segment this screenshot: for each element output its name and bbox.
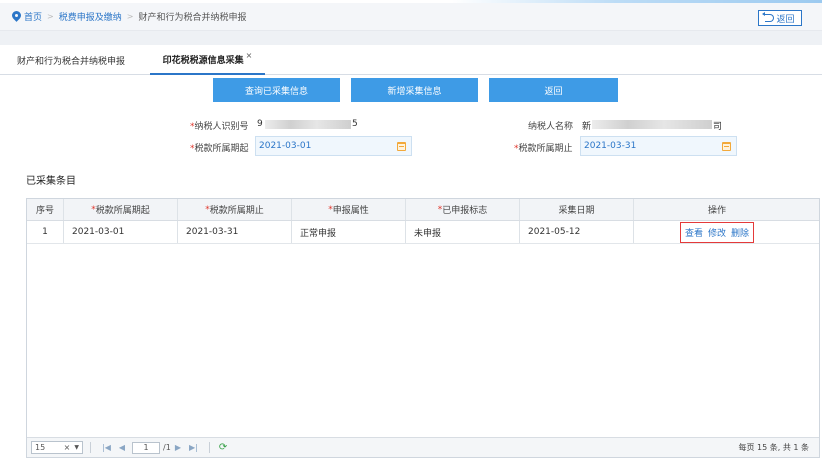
header-text: 申报属性 xyxy=(332,206,369,216)
close-icon[interactable]: × xyxy=(246,51,253,60)
header-text: 操作 xyxy=(707,206,726,216)
clear-icon[interactable]: × xyxy=(64,443,71,452)
header-text: 税款所属期起 xyxy=(95,206,150,216)
period-start-label: *税款所属期起 xyxy=(190,141,249,154)
breadcrumb-home[interactable]: 首页 xyxy=(12,10,42,23)
collected-items-table: 序号 * 税款所属期起 * 税款所属期止 * 申报属性 * 已申报标志 采集日期 操作 … xyxy=(26,198,820,458)
breadcrumb-current: 财产和行为税合并纳税申报 xyxy=(138,13,247,23)
period-start-value: 2021-03-01 xyxy=(259,141,312,151)
back-button-label: 返回 xyxy=(776,14,795,25)
return-button[interactable]: 返回 xyxy=(489,78,618,102)
taxpayer-id-suffix: 5 xyxy=(352,119,358,129)
period-end-input[interactable]: 2021-03-31 xyxy=(580,136,737,156)
chevron-down-icon[interactable]: ▼ xyxy=(74,444,79,451)
header-text: 采集日期 xyxy=(558,206,595,216)
period-start-label-text: 税款所属期起 xyxy=(194,144,249,154)
cell-operations: 查看 修改 删除 xyxy=(634,221,800,243)
cell-period-end: 2021-03-31 xyxy=(178,221,292,243)
query-collected-label: 查询已采集信息 xyxy=(244,86,308,97)
breadcrumb-separator: > xyxy=(47,12,54,21)
header-text: 税款所属期止 xyxy=(209,206,264,216)
taxpayer-name-label: 纳税人名称 xyxy=(528,122,574,132)
breadcrumb-separator: > xyxy=(126,12,134,21)
cell-declared-flag: 未申报 xyxy=(406,221,520,243)
page-size-value: 15 xyxy=(35,443,46,452)
column-header-period-end: * 税款所属期止 xyxy=(178,199,292,220)
add-collection-label: 新增采集信息 xyxy=(387,86,442,97)
edit-link[interactable]: 修改 xyxy=(708,226,726,239)
column-header-declared-flag: * 已申报标志 xyxy=(406,199,520,220)
cell-index: 1 xyxy=(27,221,64,243)
total-pages: /1 xyxy=(163,443,171,452)
breadcrumb-home-label: 首页 xyxy=(24,13,43,23)
column-header-index: 序号 xyxy=(27,199,64,220)
taxpayer-id-label-text: 纳税人识别号 xyxy=(194,122,249,132)
column-header-declare-attr: * 申报属性 xyxy=(292,199,406,220)
table-row[interactable]: 1 2021-03-01 2021-03-31 正常申报 未申报 2021-05… xyxy=(27,221,819,244)
pagination-bar: 15 × ▼ |◀ ◀ 1 /1 ▶ ▶| ⟳ 每页 15 条, 共 1 条 xyxy=(27,437,819,457)
return-arrow-icon xyxy=(762,12,775,22)
view-link[interactable]: 查看 xyxy=(685,226,703,239)
taxpayer-name-redacted xyxy=(592,120,712,129)
taxpayer-name-prefix: 新 xyxy=(582,122,592,132)
column-header-operations: 操作 xyxy=(634,199,800,220)
prev-page-icon[interactable]: ◀ xyxy=(119,443,125,452)
operations-highlight: 查看 修改 删除 xyxy=(679,221,755,243)
page-size-select[interactable]: 15 × ▼ xyxy=(31,441,83,454)
cell-period-start: 2021-03-01 xyxy=(64,221,178,243)
calendar-icon[interactable] xyxy=(397,142,406,151)
location-pin-icon xyxy=(12,11,21,22)
section-title: 已采集条目 xyxy=(26,176,76,187)
calendar-icon[interactable] xyxy=(722,142,731,151)
tab-label: 印花税税源信息采集 xyxy=(162,55,244,66)
breadcrumb-level1[interactable]: 税费申报及缴纳 xyxy=(59,10,122,23)
cell-declare-attr: 正常申报 xyxy=(292,221,406,243)
tab-bar: 财产和行为税合并纳税申报 印花税税源信息采集 × xyxy=(0,45,822,75)
next-page-icon[interactable]: ▶ xyxy=(175,443,181,452)
last-page-icon[interactable]: ▶| xyxy=(189,443,198,452)
current-page-input[interactable]: 1 xyxy=(132,441,161,454)
add-collection-button[interactable]: 新增采集信息 xyxy=(351,78,478,102)
header-text: 序号 xyxy=(35,206,54,216)
period-end-label-text: 税款所属期止 xyxy=(518,144,573,154)
query-collected-button[interactable]: 查询已采集信息 xyxy=(213,78,340,102)
taxpayer-id-redacted xyxy=(265,120,351,129)
period-start-input[interactable]: 2021-03-01 xyxy=(255,136,412,156)
table-header: 序号 * 税款所属期起 * 税款所属期止 * 申报属性 * 已申报标志 采集日期 操作 xyxy=(27,199,819,221)
column-header-period-start: * 税款所属期起 xyxy=(64,199,178,220)
taxpayer-id-prefix: 9 xyxy=(257,119,263,129)
first-page-icon[interactable]: |◀ xyxy=(102,443,111,452)
refresh-icon[interactable]: ⟳ xyxy=(219,442,227,453)
period-end-value: 2021-03-31 xyxy=(584,141,637,151)
header-spacer xyxy=(0,31,822,45)
taxpayer-name-suffix: 司 xyxy=(713,122,723,132)
pager-divider xyxy=(208,442,210,453)
return-label: 返回 xyxy=(544,86,563,97)
breadcrumb: 首页 > 税费申报及缴纳 > 财产和行为税合并纳税申报 返回 xyxy=(0,3,822,31)
back-button[interactable]: 返回 xyxy=(758,10,802,26)
tab-combined-declaration[interactable]: 财产和行为税合并纳税申报 xyxy=(17,45,125,75)
cell-collect-date: 2021-05-12 xyxy=(520,221,634,243)
tab-label: 财产和行为税合并纳税申报 xyxy=(17,56,126,67)
delete-link[interactable]: 删除 xyxy=(731,226,749,239)
column-header-collect-date: 采集日期 xyxy=(520,199,634,220)
header-text: 已申报标志 xyxy=(442,206,488,216)
pager-divider xyxy=(90,442,91,453)
tab-stamp-tax-collection[interactable]: 印花税税源信息采集 × xyxy=(150,45,265,75)
period-end-label: *税款所属期止 xyxy=(514,141,573,154)
taxpayer-id-label: *纳税人识别号 xyxy=(190,119,249,132)
pager-info: 每页 15 条, 共 1 条 xyxy=(738,443,809,452)
